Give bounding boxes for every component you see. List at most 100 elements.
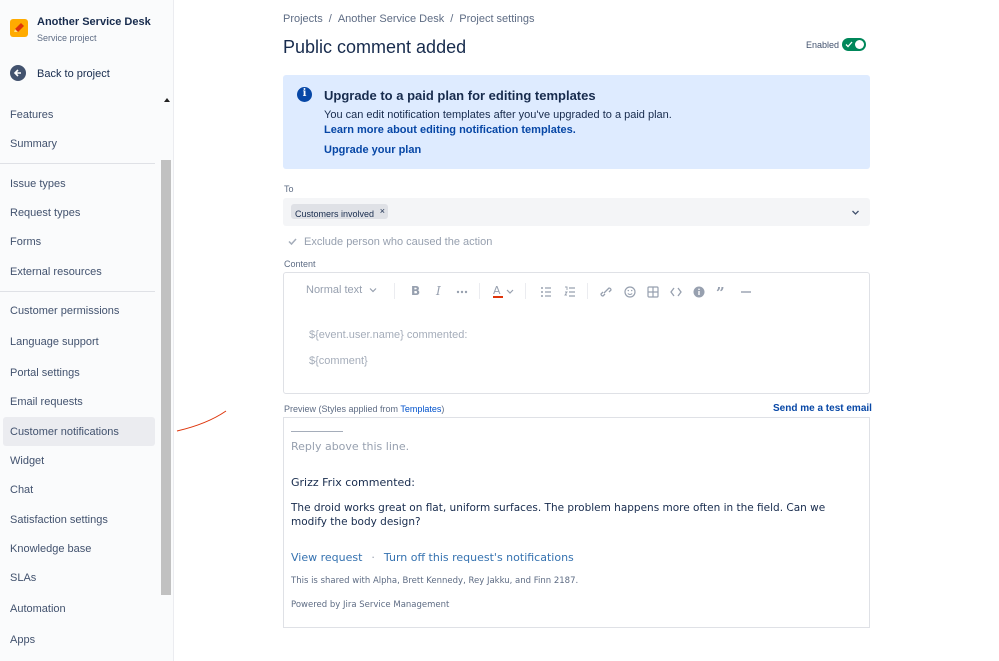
numbered-list-icon[interactable] (564, 283, 576, 299)
project-type: Service project (37, 33, 97, 43)
sidebar-item-forms[interactable]: Forms (3, 227, 155, 256)
chevron-down-icon[interactable] (851, 208, 860, 217)
sidebar-item-automation[interactable]: Automation (3, 594, 155, 623)
reply-above-text: Reply above this line. (291, 440, 409, 453)
learn-more-link[interactable]: Learn more about editing notification te… (324, 124, 576, 136)
sidebar-item-label: Email requests (10, 396, 83, 408)
sidebar-item-label: SLAs (10, 572, 36, 584)
sidebar-item-label: Widget (10, 455, 44, 467)
sidebar-item-label: Summary (10, 138, 57, 150)
sidebar-item-external-resources[interactable]: External resources (3, 257, 155, 286)
turn-off-notifications-link[interactable]: Turn off this request's notifications (384, 551, 574, 564)
sidebar-item-knowledge-base[interactable]: Knowledge base (3, 534, 155, 563)
to-label: To (284, 184, 294, 194)
sidebar-item-request-types[interactable]: Request types (3, 198, 155, 227)
sidebar-item-label: Knowledge base (10, 543, 91, 555)
annotation-stroke (175, 408, 230, 434)
sidebar-item-summary[interactable]: Summary (3, 129, 155, 158)
preview-label: Preview (Styles applied from Templates) (284, 404, 444, 414)
sidebar-item-customer-notifications[interactable]: Customer notifications (3, 417, 155, 446)
sidebar-item-language-support[interactable]: Language support (3, 327, 155, 356)
project-header[interactable]: Another Service Desk Service project (10, 14, 160, 48)
text-style-dropdown[interactable]: Normal text (306, 284, 377, 300)
preview-label-prefix: Preview (Styles applied from (284, 404, 400, 414)
more-formatting-icon[interactable] (456, 283, 468, 299)
link-icon[interactable] (600, 283, 612, 299)
text-style-label: Normal text (306, 284, 362, 296)
exclude-label: Exclude person who caused the action (304, 236, 492, 248)
view-request-link[interactable]: View request (291, 551, 362, 564)
divider-icon[interactable] (740, 283, 752, 299)
breadcrumb-separator: / (329, 13, 332, 25)
banner-title: Upgrade to a paid plan for editing templ… (324, 88, 596, 103)
enabled-toggle[interactable] (842, 38, 866, 51)
sidebar-item-label: Customer permissions (10, 305, 119, 317)
bold-icon[interactable]: B (409, 283, 421, 299)
link-separator: · (371, 551, 375, 564)
to-recipients-select[interactable]: Customers involved × (283, 198, 870, 226)
sidebar-item-label: Apps (10, 634, 35, 646)
table-icon[interactable] (647, 283, 659, 299)
check-icon (845, 41, 853, 48)
arrow-left-icon (10, 65, 26, 81)
sidebar-item-features[interactable]: Features (3, 100, 155, 129)
banner-text: You can edit notification templates afte… (324, 109, 672, 121)
upgrade-plan-link[interactable]: Upgrade your plan (324, 144, 421, 156)
sidebar-item-issue-types[interactable]: Issue types (3, 169, 155, 198)
checkbox-checked-icon[interactable] (287, 236, 298, 247)
send-test-email-link[interactable]: Send me a test email (773, 403, 872, 414)
upgrade-banner: i Upgrade to a paid plan for editing tem… (283, 75, 870, 169)
recipient-chip-label: Customers involved (295, 209, 374, 219)
enabled-label: Enabled (806, 40, 839, 50)
commenter-line: Grizz Frix commented: (291, 476, 415, 489)
sidebar-item-widget[interactable]: Widget (3, 446, 155, 475)
bullet-list-icon[interactable] (540, 283, 552, 299)
sidebar-item-label: Chat (10, 484, 33, 496)
sidebar-item-label: Issue types (10, 178, 66, 190)
toolbar-divider (394, 283, 395, 299)
svg-text:A: A (493, 284, 501, 297)
content-editor[interactable]: Normal text B I A ” ${event.user.name} c… (283, 272, 870, 394)
sidebar-divider (0, 291, 155, 292)
sidebar-item-label: Language support (10, 336, 99, 348)
preview-label-suffix: ) (441, 404, 444, 414)
toggle-knob (855, 40, 864, 49)
sidebar-item-label: Features (10, 109, 53, 121)
code-icon[interactable] (670, 283, 682, 299)
toolbar-divider (525, 283, 526, 299)
project-avatar (10, 19, 28, 37)
text-color-icon[interactable]: A (492, 283, 516, 299)
sidebar-item-portal-settings[interactable]: Portal settings (3, 358, 155, 387)
sidebar: Another Service Desk Service project Bac… (0, 0, 174, 661)
sidebar-item-label: Automation (10, 603, 66, 615)
scroll-up-arrow-icon[interactable] (163, 96, 171, 104)
sidebar-item-apps[interactable]: Apps (3, 625, 155, 654)
sidebar-item-chat[interactable]: Chat (3, 475, 155, 504)
info-icon: i (297, 87, 312, 102)
sidebar-item-customer-permissions[interactable]: Customer permissions (3, 296, 155, 325)
breadcrumb-project-settings[interactable]: Project settings (459, 13, 534, 25)
content-label: Content (284, 259, 316, 269)
breadcrumb-separator: / (450, 13, 453, 25)
breadcrumb-project[interactable]: Another Service Desk (338, 13, 444, 25)
emoji-icon[interactable] (624, 283, 636, 299)
reply-rule (291, 431, 343, 432)
remove-chip-icon[interactable]: × (380, 204, 385, 219)
sidebar-item-satisfaction-settings[interactable]: Satisfaction settings (3, 505, 155, 534)
powered-by-text: Powered by Jira Service Management (291, 600, 449, 610)
back-to-project-button[interactable]: Back to project (10, 64, 160, 84)
quote-icon[interactable]: ” (716, 283, 728, 299)
svg-text:I: I (435, 284, 441, 298)
sidebar-item-label: Customer notifications (10, 426, 119, 438)
italic-icon[interactable]: I (433, 283, 445, 299)
editor-line: ${comment} (309, 355, 368, 367)
sidebar-item-email-requests[interactable]: Email requests (3, 387, 155, 416)
breadcrumb-projects[interactable]: Projects (283, 13, 323, 25)
info-panel-icon[interactable] (693, 283, 705, 299)
toolbar-divider (587, 283, 588, 299)
templates-link[interactable]: Templates (400, 404, 441, 414)
sidebar-item-label: External resources (10, 266, 102, 278)
page-title: Public comment added (283, 37, 466, 58)
sidebar-scrollbar[interactable] (161, 160, 171, 595)
sidebar-item-slas[interactable]: SLAs (3, 563, 155, 592)
